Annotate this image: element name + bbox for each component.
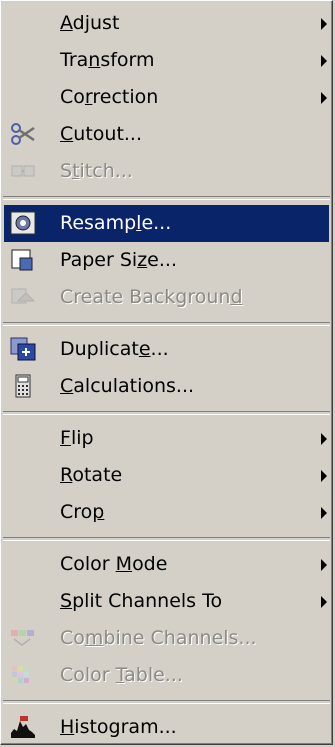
submenu-arrow-icon <box>321 596 327 608</box>
submenu-arrow-icon <box>321 55 327 67</box>
color-table-icon <box>10 663 36 687</box>
menu-separator <box>3 322 330 326</box>
menu-item-histogram[interactable]: Histogram... <box>4 709 329 746</box>
combine-channels-icon <box>10 626 36 650</box>
menu-item-stitch: Stitch... <box>4 153 329 190</box>
menu-item-flip[interactable]: Flip <box>4 420 329 457</box>
menu-item-transform[interactable]: Transform <box>4 42 329 79</box>
submenu-arrow-icon <box>321 92 327 104</box>
create-background-icon <box>10 285 36 309</box>
menu-item-combine-channels: Combine Channels... <box>4 620 329 657</box>
menu-item-label: Resample... <box>60 212 172 234</box>
menu-separator <box>3 196 330 200</box>
calculator-icon <box>10 374 36 398</box>
menu-item-paper-size[interactable]: Paper Size... <box>4 242 329 279</box>
menu-item-duplicate[interactable]: Duplicate... <box>4 331 329 368</box>
menu-separator <box>3 700 330 704</box>
menu-separator <box>3 537 330 541</box>
submenu-arrow-icon <box>321 18 327 30</box>
menu-item-label: Transform <box>60 49 155 71</box>
menu-item-label: Calculations... <box>60 375 195 397</box>
menu-item-label: Adjust <box>60 12 120 34</box>
histogram-icon <box>10 715 36 739</box>
menu-item-color-mode[interactable]: Color Mode <box>4 546 329 583</box>
menu-item-label: Color Mode <box>60 553 168 575</box>
duplicate-icon <box>10 337 36 361</box>
menu-separator <box>3 411 330 415</box>
menu-item-crop[interactable]: Crop <box>4 494 329 531</box>
stitch-icon <box>10 159 36 183</box>
menu-item-label: Histogram... <box>60 716 177 738</box>
scissors-icon <box>10 122 36 146</box>
menu-item-color-table: Color Table... <box>4 657 329 694</box>
resample-icon <box>10 211 36 235</box>
menu-item-label: Color Table... <box>60 664 183 686</box>
submenu-arrow-icon <box>321 470 327 482</box>
submenu-arrow-icon <box>321 507 327 519</box>
paper-size-icon <box>10 248 36 272</box>
menu-item-label: Cutout... <box>60 123 143 145</box>
menu-item-label: Rotate <box>60 464 123 486</box>
image-menu: Adjust Transform Correction Cutout... Stitch… <box>0 0 333 745</box>
menu-item-label: Duplicate... <box>60 338 169 360</box>
menu-item-cutout[interactable]: Cutout... <box>4 116 329 153</box>
submenu-arrow-icon <box>321 433 327 445</box>
menu-item-rotate[interactable]: Rotate <box>4 457 329 494</box>
menu-item-label: Paper Size... <box>60 249 177 271</box>
submenu-arrow-icon <box>321 559 327 571</box>
menu-item-correction[interactable]: Correction <box>4 79 329 116</box>
menu-item-create-background: Create Background <box>4 279 329 316</box>
menu-item-split-channels-to[interactable]: Split Channels To <box>4 583 329 620</box>
menu-item-label: Create Background <box>60 286 243 308</box>
menu-item-label: Split Channels To <box>60 590 223 612</box>
menu-item-calculations[interactable]: Calculations... <box>4 368 329 405</box>
menu-item-adjust[interactable]: Adjust <box>4 5 329 42</box>
menu-item-label: Correction <box>60 86 159 108</box>
menu-item-label: Crop <box>60 501 105 523</box>
menu-item-label: Combine Channels... <box>60 627 257 649</box>
menu-item-label: Flip <box>60 427 94 449</box>
menu-item-resample[interactable]: Resample... <box>4 205 329 242</box>
menu-item-label: Stitch... <box>60 160 133 182</box>
